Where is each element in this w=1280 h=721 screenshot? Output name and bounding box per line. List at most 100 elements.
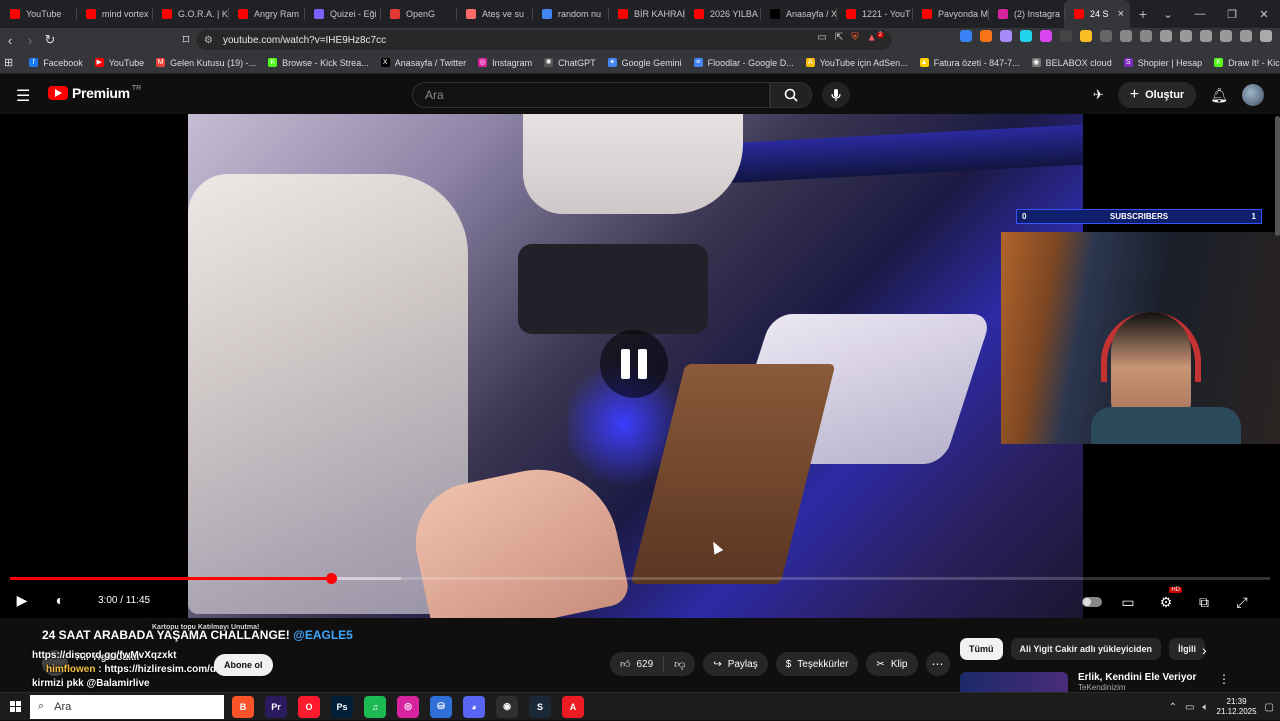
taskbar-app-network-icon[interactable]: ⛁ [430,695,452,718]
search-input[interactable]: Ara [412,82,770,108]
search-button[interactable] [770,82,812,108]
share-icon[interactable]: ⇱ [835,32,843,43]
taskbar-app-instagram-icon[interactable]: ◎ [397,695,419,718]
browser-tab[interactable]: BİR KAHRAM [608,0,684,28]
notification-icon[interactable]: ▢ [1265,702,1274,713]
browser-tab[interactable]: Ateş ve su [456,0,532,28]
extension-icon[interactable] [980,30,992,42]
vpn-icon[interactable] [1220,30,1232,42]
play-button[interactable]: ▶ [10,588,34,612]
brave-shield-icon[interactable]: ⛨ [851,32,859,43]
extension-icon[interactable] [960,30,972,42]
browser-tab[interactable]: OpenG [380,0,456,28]
media-icon[interactable] [1160,30,1172,42]
share-button[interactable]: ↪ Paylaş [703,652,768,676]
taskbar-app-adobe-icon[interactable]: A [562,695,584,718]
bookmark-item[interactable]: f Facebook [29,58,83,68]
forward-icon[interactable]: › [20,29,40,51]
settings-gear-icon[interactable]: ⚙ HD [1154,587,1182,614]
taskbar-app-opera-icon[interactable]: O [298,695,320,718]
more-vert-icon[interactable]: ⋮ [1218,672,1230,686]
thanks-button[interactable]: $ Teşekkürler [775,652,859,676]
bookmark-item[interactable]: A YouTube için AdSen... [805,58,908,68]
extension-icon[interactable] [1040,30,1052,42]
chevron-right-icon[interactable]: › [1202,642,1207,658]
bookmark-item[interactable]: ◎ Instagram [478,58,532,68]
cast-icon[interactable]: ▭ [817,32,826,43]
taskbar-app-spotify-icon[interactable]: ♫ [364,695,386,718]
taskbar-app-photoshop-icon[interactable]: Ps [331,695,353,718]
filter-chip[interactable]: Ali Yigit Cakir adlı yükleyiciden [1010,638,1162,660]
browser-tab[interactable]: Quizei - Eği [304,0,380,28]
bookmark-item[interactable]: ▶ YouTube [94,58,144,68]
dislike-button[interactable]: 👎︎ [664,658,695,671]
create-button[interactable]: + Oluştur [1117,82,1197,108]
page-scrollbar[interactable] [1275,116,1280,236]
brave-rewards-icon[interactable]: ▲ 2 [867,32,884,43]
recommendation-item[interactable]: Erlik, Kendini Ele Veriyor TeKendinizim … [960,672,1230,692]
extension-icon[interactable] [1020,30,1032,42]
reload-icon[interactable]: ↻ [40,29,60,51]
browser-tab[interactable]: YouTube [0,0,76,28]
recommendation-title[interactable]: Erlik, Kendini Ele Veriyor [1078,672,1196,683]
browser-tab[interactable]: Angry Ram [228,0,304,28]
maximize-button[interactable]: ❐ [1216,0,1248,28]
taskbar-app-brave-icon[interactable]: B [232,695,254,718]
clock[interactable]: 21:39 21.12.2025 [1217,697,1257,717]
bookmark-item[interactable]: ✦ Google Gemini [607,58,682,68]
fullscreen-icon[interactable]: ⤢ [1230,590,1254,614]
voice-search-button[interactable] [822,82,850,108]
like-button[interactable]: 👍︎ 629 [610,656,665,672]
youtube-logo[interactable]: Premium TR [48,85,141,101]
browser-tab[interactable]: 1221 - YouT [836,0,912,28]
bookmark-item[interactable]: ✺ ChatGPT [544,58,596,68]
subscribe-button[interactable]: Abone ol [214,654,273,676]
video-player[interactable]: 0 SUBSCRIBERS 1 ▶ ◐ 3:00 / 11:45 ▭ ⚙ HD ⧉… [0,114,1280,618]
avatar[interactable] [1242,84,1264,106]
pause-overlay-icon[interactable] [600,330,668,398]
taskbar-app-obs-icon[interactable]: ◉ [496,695,518,718]
site-info-icon[interactable]: ⚙ [204,35,213,46]
apps-grid-icon[interactable]: ⊞ [4,56,13,69]
downloads-icon[interactable] [1140,30,1152,42]
bookmark-item[interactable]: ≡ Floodlar - Google D... [693,58,794,68]
bookmark-item[interactable]: S Shopier | Hesap [1123,58,1202,68]
extension-icon[interactable] [1060,30,1072,42]
menu-icon[interactable]: ☰ [16,86,30,106]
close-tab-icon[interactable]: × [1118,8,1124,20]
bookmark-icon[interactable]: ⌑ [176,29,196,51]
recommendation-thumbnail[interactable] [960,672,1068,692]
chevron-up-icon[interactable]: ⌃ [1169,702,1177,713]
puzzle-icon[interactable] [1120,30,1132,42]
bookmark-item[interactable]: ▲ Fatura özeti - 847-7... [919,58,1020,68]
more-actions-button[interactable]: ⋯ [925,652,950,676]
extension-icon[interactable] [1000,30,1012,42]
taskbar-app-steam-icon[interactable]: S [529,695,551,718]
bookmark-item[interactable]: ◉ BELABOX cloud [1031,58,1112,68]
close-window-button[interactable]: ✕ [1248,0,1280,28]
bookmark-item[interactable]: X Anasayfa / Twitter [380,58,466,68]
volume-icon[interactable]: ◐ [48,588,72,612]
miniplayer-icon[interactable]: ⧉ [1192,590,1216,614]
bookmark-item[interactable]: K Draw It! - Kick Yayın... [1214,58,1280,68]
sidebar-icon[interactable] [1180,30,1192,42]
back-icon[interactable]: ‹ [0,29,20,51]
menu-icon[interactable] [1260,30,1272,42]
autoplay-toggle[interactable] [1082,597,1102,607]
speaker-icon[interactable]: 🔈︎ [1203,702,1209,713]
browser-tab[interactable]: 2026 YILBA [684,0,760,28]
taskbar-search-input[interactable]: ⌕ Ara [30,694,224,719]
taskbar-app-premiere-icon[interactable]: Pr [265,695,287,718]
browser-tab[interactable]: G.O.R.A. | Ka [152,0,228,28]
clip-button[interactable]: ✂ Klip [866,652,918,676]
network-icon[interactable]: ▭ [1185,702,1194,713]
filter-chip[interactable]: Tümü [960,638,1003,660]
extension-icon[interactable] [1080,30,1092,42]
bookmark-item[interactable]: M Gelen Kutusu (19) -... [156,58,256,68]
minimize-button[interactable]: — [1184,0,1216,28]
cast-icon[interactable]: ✈ [1093,87,1104,103]
video-frame[interactable] [188,114,1083,618]
browser-tab[interactable]: Anasayfa / X [760,0,836,28]
filter-chip[interactable]: İlgili [1169,638,1206,660]
browser-tab[interactable]: Pavyonda M [912,0,988,28]
